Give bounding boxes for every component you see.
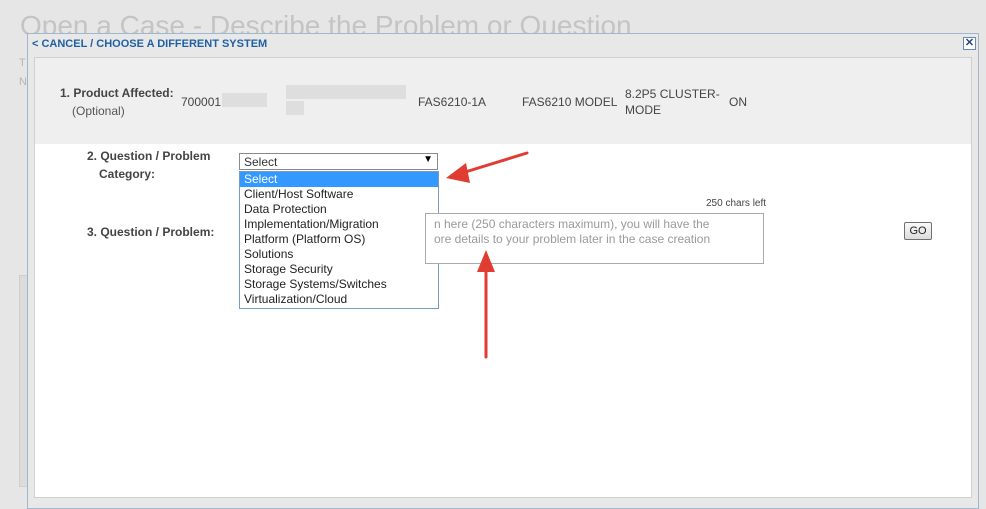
- category-option[interactable]: Client/Host Software: [240, 187, 438, 202]
- product-serial: 700001: [181, 95, 222, 109]
- problem-textarea[interactable]: n here (250 characters maximum), you wil…: [425, 213, 764, 264]
- redacted-block: [286, 85, 406, 99]
- category-option[interactable]: Storage Systems/Switches: [240, 277, 438, 292]
- redacted-block: [222, 93, 267, 107]
- optional-label: (Optional): [72, 104, 125, 118]
- product-os-version: 8.2P5 CLUSTER-MODE: [625, 87, 720, 117]
- product-hostname: FAS6210-1A: [418, 95, 487, 109]
- category-option[interactable]: Implementation/Migration: [240, 217, 438, 232]
- cancel-choose-system-link[interactable]: < CANCEL / CHOOSE A DIFFERENT SYSTEM: [32, 38, 267, 50]
- category-select[interactable]: Select ▼: [239, 153, 438, 170]
- case-dialog: < CANCEL / CHOOSE A DIFFERENT SYSTEM ✕ 1…: [27, 33, 979, 509]
- product-status: ON: [729, 95, 747, 109]
- product-affected-label: 1. Product Affected:: [60, 86, 174, 100]
- product-affected-section: 1. Product Affected: (Optional) 700001 F…: [35, 58, 971, 144]
- product-model: FAS6210 MODEL: [522, 95, 618, 109]
- background-text-fragment: N: [19, 76, 27, 88]
- go-button[interactable]: GO: [904, 222, 932, 240]
- placeholder-line: n here (250 characters maximum), you wil…: [434, 217, 710, 231]
- redacted-block: [286, 101, 304, 115]
- dialog-header: < CANCEL / CHOOSE A DIFFERENT SYSTEM ✕: [28, 34, 978, 55]
- category-label-line2: Category:: [99, 167, 156, 181]
- category-option[interactable]: Data Protection: [240, 202, 438, 217]
- category-option[interactable]: Select: [240, 172, 438, 187]
- problem-label: 3. Question / Problem:: [87, 225, 215, 239]
- dialog-body: 1. Product Affected: (Optional) 700001 F…: [34, 57, 972, 498]
- problem-placeholder: n here (250 characters maximum), you wil…: [434, 217, 754, 247]
- category-label: 2. Question / Problem: [87, 149, 211, 163]
- dropdown-arrow-icon: ▼: [423, 154, 433, 165]
- category-dropdown-list: Select Client/Host Software Data Protect…: [239, 171, 439, 309]
- close-icon[interactable]: ✕: [963, 37, 976, 50]
- chars-left-counter: 250 chars left: [706, 198, 767, 209]
- category-option[interactable]: Solutions: [240, 247, 438, 262]
- background-text-fragment: T: [19, 57, 26, 69]
- placeholder-line: ore details to your problem later in the…: [434, 232, 711, 246]
- category-option[interactable]: Platform (Platform OS): [240, 232, 438, 247]
- category-option[interactable]: Storage Security: [240, 262, 438, 277]
- category-option[interactable]: Virtualization/Cloud: [240, 292, 438, 307]
- category-select-value: Select: [244, 155, 278, 169]
